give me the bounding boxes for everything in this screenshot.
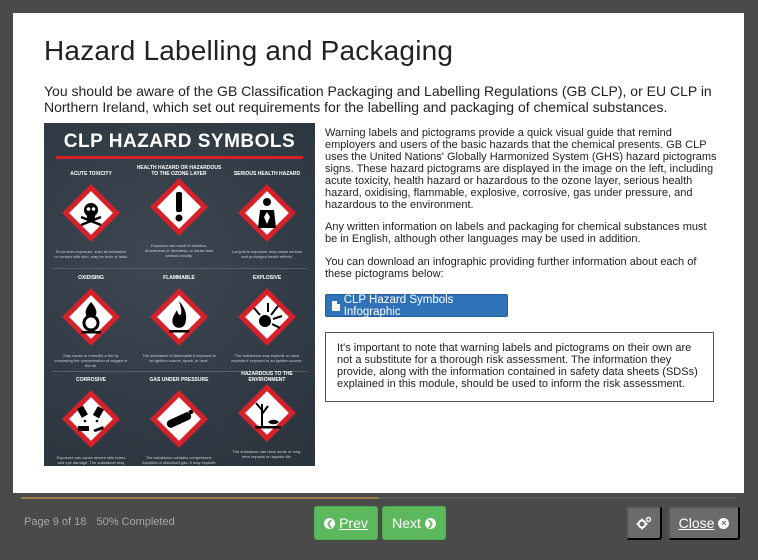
exploding-bomb-icon: [238, 288, 296, 346]
risk-assessment-note: It's important to note that warning labe…: [325, 332, 714, 402]
cell-description: The substance can have acute or long-ter…: [232, 449, 302, 459]
cell-description: The substance contains compressed, lique…: [142, 455, 216, 466]
document-icon: [332, 300, 340, 311]
cell-label: EXPLOSIVE: [252, 275, 282, 281]
cell-label: HAZARDOUS TO THE ENVIRONMENT: [241, 371, 293, 383]
poster-cell-health-hazard: HEALTH HAZARD OR HAZARDOUS TO THE OZONE …: [136, 165, 222, 258]
completion-label: 50% Completed: [96, 516, 175, 528]
cell-description: The substance is flammable if exposed to…: [142, 353, 216, 363]
page-status: Page 9 of 18 50% Completed: [24, 516, 175, 528]
cell-label: HEALTH HAZARD OR HAZARDOUS TO THE OZONE …: [136, 165, 222, 177]
download-button-label: CLP Hazard Symbols Infographic: [343, 293, 454, 318]
progress-bar: [21, 497, 737, 499]
poster-cell-oxidising: OXIDISING May cause or intensify a fire …: [48, 275, 134, 368]
poster-cell-serious-health-hazard: SERIOUS HEALTH HAZARD Long-term exposure…: [224, 171, 310, 259]
close-button[interactable]: Close ×: [668, 506, 740, 540]
cell-description: May cause or intensify a fire by increas…: [54, 353, 128, 368]
page-title: Hazard Labelling and Packaging: [44, 35, 454, 66]
poster-title: CLP HAZARD SYMBOLS: [63, 131, 296, 152]
body-paragraph-3: You can download an infographic providin…: [325, 256, 697, 280]
cell-description: Long-term exposure may cause serious and…: [231, 249, 303, 259]
clp-hazard-symbols-poster: CLP HAZARD SYMBOLS ACUTE TOXICITY Short-…: [44, 123, 315, 466]
poster-cell-explosive: EXPLOSIVE The substance may explode or m…: [224, 275, 310, 363]
poster-underline: [56, 156, 303, 159]
corrosion-icon: [62, 390, 120, 448]
intro-text: You should be aware of the GB Classifica…: [44, 83, 712, 115]
cell-description: Exposure can cause severe skin burns and…: [56, 455, 126, 466]
environment-icon: [238, 384, 296, 442]
note-text: It's important to note that warning labe…: [337, 342, 698, 390]
progress-bar-fill: [21, 497, 379, 499]
chevron-left-icon: ❮: [324, 517, 336, 529]
gas-cylinder-icon: [150, 390, 208, 448]
cell-label: CORROSIVE: [75, 377, 106, 383]
flame-over-circle-icon: [62, 288, 120, 346]
gears-icon: [636, 516, 652, 530]
cell-label: OXIDISING: [78, 275, 104, 281]
poster-cell-acute-toxicity: ACUTE TOXICITY Short-term exposure, such…: [48, 171, 134, 259]
close-button-label: Close: [678, 515, 715, 531]
chevron-right-icon: ❯: [424, 517, 436, 529]
cell-description: The substance may explode or must explod…: [231, 353, 303, 363]
content-card: Hazard Labelling and Packaging You shoul…: [13, 13, 744, 493]
cell-label: ACUTE TOXICITY: [70, 171, 112, 177]
poster-cell-flammable: FLAMMABLE The substance is flammable if …: [136, 275, 222, 363]
body-paragraph-1: Warning labels and pictograms provide a …: [325, 127, 717, 211]
body-paragraph-2: Any written information on labels and pa…: [325, 221, 707, 245]
skull-crossbones-icon: [62, 184, 120, 242]
prev-button[interactable]: ❮ Prev: [314, 506, 378, 540]
settings-button[interactable]: [626, 506, 662, 540]
cell-label: SERIOUS HEALTH HAZARD: [233, 171, 301, 177]
next-button-label: Next: [392, 515, 421, 531]
poster-cell-hazardous-to-environment: HAZARDOUS TO THE ENVIRONMENT The substan…: [224, 371, 310, 459]
flame-icon: [150, 288, 208, 346]
poster-divider: [52, 268, 307, 269]
page-number-label: Page 9 of 18: [24, 516, 87, 528]
poster-cell-gas-under-pressure: GAS UNDER PRESSURE The substance contain…: [136, 377, 222, 466]
cell-description: Short-term exposure, such as inhalation …: [54, 249, 128, 259]
next-button[interactable]: Next ❯: [382, 506, 446, 540]
close-icon: ×: [718, 517, 730, 529]
poster-cell-corrosive: CORROSIVE Exposure can cause severe skin…: [48, 377, 134, 466]
prev-button-label: Prev: [339, 515, 368, 531]
cell-description: Exposure can result in irritation, drows…: [144, 243, 214, 258]
cell-label: FLAMMABLE: [163, 275, 195, 281]
cell-label: GAS UNDER PRESSURE: [149, 377, 209, 383]
download-infographic-button[interactable]: CLP Hazard Symbols Infographic: [325, 293, 508, 318]
health-hazard-icon: [238, 184, 296, 242]
exclamation-mark-icon: [150, 178, 208, 236]
